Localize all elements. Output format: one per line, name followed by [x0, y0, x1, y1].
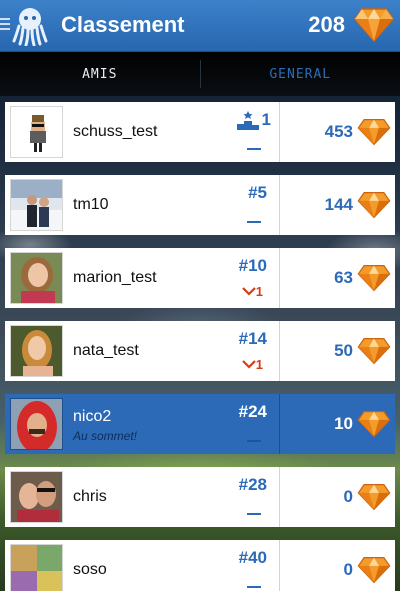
score: 0: [343, 487, 353, 506]
player-name: schuss_test: [73, 123, 158, 140]
chevron-down-icon: [241, 287, 256, 296]
rank: 1: [236, 110, 271, 130]
leaderboard-row[interactable]: marion_test #10 1 63: [5, 248, 395, 308]
trend-down: 1: [241, 284, 263, 299]
page-title: Classement: [61, 12, 185, 37]
player-name: nata_test: [73, 342, 139, 359]
trend-stable-icon: [247, 586, 261, 588]
leaderboard-row[interactable]: schuss_test 1 453: [5, 102, 395, 162]
player-name: tm10: [73, 196, 109, 213]
score: 63: [334, 268, 353, 287]
score-cell: 10: [280, 394, 395, 454]
score: 0: [343, 560, 353, 579]
avatar: [10, 252, 63, 304]
podium-icon: [236, 111, 259, 130]
player-cell: nata_test #14 1: [5, 321, 279, 381]
rank-number: #40: [238, 548, 267, 567]
leaderboard-list: schuss_test 1 453 tm10 #5 144 marion_tes…: [5, 102, 395, 591]
score-cell: 0: [280, 540, 395, 591]
gem-icon: [357, 338, 391, 365]
trend-value: 1: [255, 284, 263, 299]
avatar: [10, 325, 63, 377]
gem-icon: [357, 192, 391, 219]
tab-bar: AMIS GENERAL: [0, 52, 400, 96]
score: 144: [324, 195, 353, 214]
score-cell: 144: [280, 175, 395, 235]
rank-number: #24: [238, 402, 267, 421]
player-cell: tm10 #5: [5, 175, 279, 235]
gem-icon: [357, 119, 391, 146]
leaderboard-row[interactable]: chris #28 0: [5, 467, 395, 527]
avatar: [10, 398, 63, 450]
tab-amis[interactable]: AMIS: [0, 52, 200, 96]
player-name: soso: [73, 561, 107, 578]
trend-stable-icon: [247, 513, 261, 515]
score: 10: [334, 414, 353, 433]
player-cell: marion_test #10 1: [5, 248, 279, 308]
top-bar: Classement 208: [0, 0, 400, 52]
rank-number: #5: [248, 183, 267, 202]
score: 453: [324, 122, 353, 141]
player-status: Au sommet!: [73, 429, 138, 443]
avatar: [10, 179, 63, 231]
gem-icon: [357, 265, 391, 292]
player-cell: soso #40: [5, 540, 279, 591]
player-name: chris: [73, 488, 107, 505]
gem-icon: [357, 411, 391, 438]
rank-number: #10: [238, 256, 267, 275]
player-cell: schuss_test 1: [5, 102, 279, 162]
trend-stable-icon: [247, 148, 261, 150]
player-cell: nico2 Au sommet! #24: [5, 394, 279, 454]
score: 50: [334, 341, 353, 360]
trend-stable-icon: [247, 440, 261, 442]
rank-number: #14: [238, 329, 267, 348]
gem-icon: [357, 484, 391, 511]
avatar: [10, 106, 63, 158]
trend-value: 1: [255, 357, 263, 372]
score-cell: 0: [280, 467, 395, 527]
score-cell: 63: [280, 248, 395, 308]
menu-icon[interactable]: [0, 18, 10, 32]
trend-down: 1: [241, 357, 263, 372]
chevron-down-icon: [241, 360, 256, 369]
player-name: nico2: [73, 408, 112, 425]
score-cell: 50: [280, 321, 395, 381]
leaderboard-row-current-user[interactable]: nico2 Au sommet! #24 10: [5, 394, 395, 454]
avatar: [10, 544, 63, 591]
player-cell: chris #28: [5, 467, 279, 527]
gem-icon[interactable]: [354, 7, 394, 43]
leaderboard-row[interactable]: tm10 #5 144: [5, 175, 395, 235]
score-cell: 453: [280, 102, 395, 162]
tab-general[interactable]: GENERAL: [201, 52, 400, 96]
gem-count: 208: [308, 12, 345, 37]
leaderboard-row[interactable]: nata_test #14 1 50: [5, 321, 395, 381]
octopus-mascot-icon[interactable]: [12, 6, 48, 46]
gem-icon: [357, 557, 391, 584]
player-name: marion_test: [73, 269, 157, 286]
rank-number: 1: [261, 110, 271, 129]
rank-number: #28: [238, 475, 267, 494]
avatar: [10, 471, 63, 523]
leaderboard-row[interactable]: soso #40 0: [5, 540, 395, 591]
trend-stable-icon: [247, 221, 261, 223]
